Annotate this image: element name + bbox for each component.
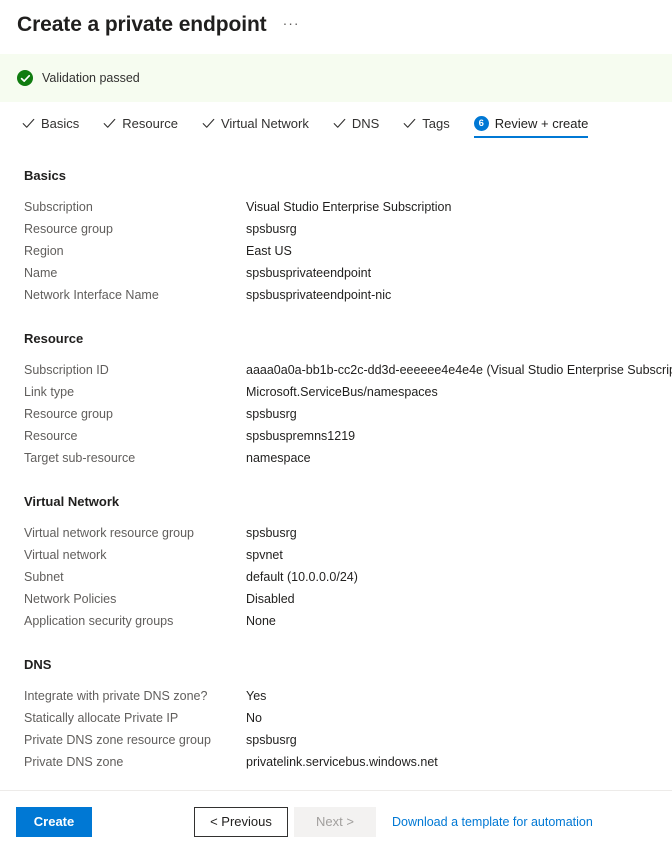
validation-message: Validation passed (42, 71, 140, 85)
summary-row: Statically allocate Private IP No (24, 707, 672, 729)
section-resource: Resource Subscription ID aaaa0a0a-bb1b-c… (24, 330, 672, 469)
summary-row: Resource group spsbusrg (24, 403, 672, 425)
row-label: Region (24, 244, 64, 258)
row-value: Visual Studio Enterprise Subscription (246, 200, 452, 214)
row-value: No (246, 711, 262, 725)
row-label: Target sub-resource (24, 451, 136, 465)
page-header: Create a private endpoint ··· (0, 0, 672, 39)
checkmark-icon (333, 117, 346, 130)
summary-row: Target sub-resource namespace (24, 447, 672, 469)
tab-resource[interactable]: Resource (103, 116, 178, 138)
row-label: Network Policies (24, 592, 117, 606)
checkmark-icon (22, 117, 35, 130)
download-template-link[interactable]: Download a template for automation (392, 815, 593, 829)
tab-label: Basics (41, 116, 80, 131)
checkmark-icon (103, 117, 116, 130)
row-label: Application security groups (24, 614, 174, 628)
row-value: Microsoft.ServiceBus/namespaces (246, 385, 438, 399)
tab-dns[interactable]: DNS (333, 116, 379, 138)
checkmark-icon (202, 117, 215, 130)
row-value: Disabled (246, 592, 295, 606)
tab-label: Resource (122, 116, 178, 131)
row-label: Virtual network (24, 548, 107, 562)
row-value: None (246, 614, 276, 628)
check-circle-icon (17, 70, 33, 86)
summary-row: Virtual network resource group spsbusrg (24, 522, 672, 544)
section-dns: DNS Integrate with private DNS zone? Yes… (24, 656, 672, 773)
tab-tags[interactable]: Tags (403, 116, 450, 138)
summary-row: Resource group spsbusrg (24, 218, 672, 240)
summary-row: Resource spsbuspremns1219 (24, 425, 672, 447)
row-label: Resource (24, 429, 78, 443)
summary-row: Link type Microsoft.ServiceBus/namespace… (24, 381, 672, 403)
row-label: Subnet (24, 570, 64, 584)
row-label: Subscription (24, 200, 93, 214)
row-value: spvnet (246, 548, 283, 562)
tab-label: Review + create (494, 116, 589, 131)
row-label: Virtual network resource group (24, 526, 194, 540)
checkmark-icon (403, 117, 416, 130)
page-title: Create a private endpoint (17, 13, 267, 36)
row-label: Subscription ID (24, 363, 109, 377)
wizard-tabs: Basics Resource Virtual Network DNS Tags… (0, 116, 672, 150)
next-button: Next > (294, 807, 376, 837)
footer-actions: Create < Previous Next > Download a temp… (0, 791, 672, 853)
summary-row: Private DNS zone privatelink.servicebus.… (24, 751, 672, 773)
row-label: Statically allocate Private IP (24, 711, 179, 725)
validation-banner: Validation passed (0, 54, 672, 102)
summary-row: Subnet default (10.0.0.0/24) (24, 566, 672, 588)
row-value: default (10.0.0.0/24) (246, 570, 358, 584)
section-title: Basics (24, 168, 66, 183)
summary-row: Subscription ID aaaa0a0a-bb1b-cc2c-dd3d-… (24, 359, 672, 381)
row-value: Yes (246, 689, 267, 703)
tab-review-create[interactable]: 6 Review + create (473, 116, 589, 138)
row-label: Private DNS zone (24, 755, 124, 769)
create-button[interactable]: Create (16, 807, 92, 837)
row-value: aaaa0a0a-bb1b-cc2c-dd3d-eeeeee4e4e4e (Vi… (246, 363, 672, 377)
section-basics: Basics Subscription Visual Studio Enterp… (24, 167, 672, 306)
summary-row: Region East US (24, 240, 672, 262)
tab-label: Tags (422, 116, 450, 131)
row-value: privatelink.servicebus.windows.net (246, 755, 438, 769)
row-value: spsbusprivateendpoint (246, 266, 372, 280)
row-label: Integrate with private DNS zone? (24, 689, 208, 703)
summary-row: Private DNS zone resource group spsbusrg (24, 729, 672, 751)
row-value: namespace (246, 451, 311, 465)
review-summary: Basics Subscription Visual Studio Enterp… (0, 167, 672, 773)
summary-row: Integrate with private DNS zone? Yes (24, 685, 672, 707)
summary-row: Virtual network spvnet (24, 544, 672, 566)
section-virtual-network: Virtual Network Virtual network resource… (24, 493, 672, 632)
tab-virtual-network[interactable]: Virtual Network (202, 116, 309, 138)
summary-row: Name spsbusprivateendpoint (24, 262, 672, 284)
row-value: spsbusrg (246, 526, 297, 540)
row-label: Network Interface Name (24, 288, 159, 302)
section-title: Virtual Network (24, 494, 120, 509)
row-value: spsbuspremns1219 (246, 429, 356, 443)
more-options-icon[interactable]: ··· (283, 16, 300, 30)
summary-row: Network Interface Name spsbusprivateendp… (24, 284, 672, 306)
tab-label: Virtual Network (220, 116, 309, 131)
row-value: spsbusrg (246, 733, 297, 747)
row-label: Resource group (24, 407, 113, 421)
row-label: Link type (24, 385, 75, 399)
row-value: East US (246, 244, 292, 258)
step-number-badge: 6 (473, 116, 489, 131)
section-title: Resource (24, 331, 84, 346)
row-value: spsbusrg (246, 222, 297, 236)
tab-label: DNS (351, 116, 380, 131)
row-value: spsbusrg (246, 407, 297, 421)
row-value: spsbusprivateendpoint-nic (246, 288, 392, 302)
row-label: Resource group (24, 222, 113, 236)
row-label: Private DNS zone resource group (24, 733, 211, 747)
previous-button[interactable]: < Previous (194, 807, 288, 837)
footer-bar: Create < Previous Next > Download a temp… (0, 790, 672, 853)
section-title: DNS (24, 657, 52, 672)
tab-basics[interactable]: Basics (22, 116, 79, 138)
summary-row: Application security groups None (24, 610, 672, 632)
summary-row: Network Policies Disabled (24, 588, 672, 610)
row-label: Name (24, 266, 58, 280)
summary-row: Subscription Visual Studio Enterprise Su… (24, 196, 672, 218)
